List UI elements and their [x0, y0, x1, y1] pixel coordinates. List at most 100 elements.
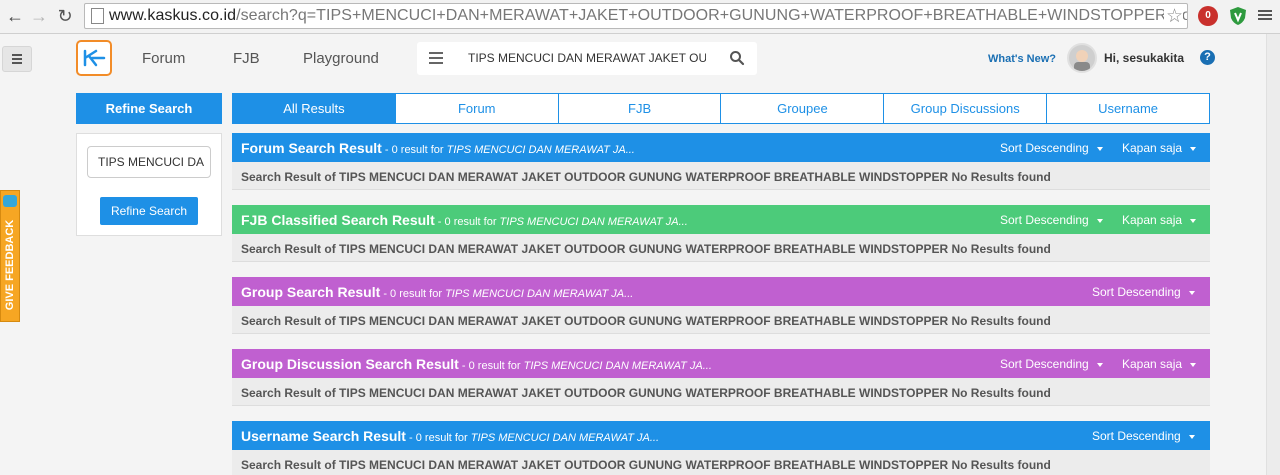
- time-dropdown[interactable]: Kapan saja: [1122, 213, 1197, 227]
- chevron-down-icon: [1096, 362, 1103, 367]
- no-results-message: Search Result of TIPS MENCUCI DAN MERAWA…: [232, 378, 1210, 406]
- sort-dropdown[interactable]: Sort Descending: [1092, 429, 1195, 443]
- scrollbar[interactable]: [1266, 34, 1280, 475]
- fjb-result-header: FJB Classified Search Result - 0 result …: [232, 205, 1210, 234]
- section-meta: - 0 result for TIPS MENCUCI DAN MERAWAT …: [459, 360, 712, 372]
- browser-menu-icon[interactable]: [1256, 6, 1276, 26]
- nav-fjb-link[interactable]: FJB: [233, 50, 260, 67]
- tab-username[interactable]: Username: [1047, 93, 1210, 124]
- forum-result-header: Forum Search Result - 0 result for TIPS …: [232, 133, 1210, 162]
- sort-label: Sort Descending: [1092, 285, 1181, 299]
- section-title-text: Group Discussion Search Result: [241, 356, 459, 372]
- group-discussion-result-section: Group Discussion Search Result - 0 resul…: [232, 349, 1210, 406]
- section-meta: - 0 result for TIPS MENCUCI DAN MERAWAT …: [382, 144, 635, 156]
- section-title-text: Group Search Result: [241, 284, 381, 300]
- tab-groupee[interactable]: Groupee: [721, 93, 885, 124]
- reload-icon[interactable]: ↻: [54, 5, 76, 27]
- sort-label: Sort Descending: [1000, 213, 1089, 227]
- feedback-icon: [3, 195, 17, 207]
- kaskus-logo[interactable]: [76, 40, 112, 76]
- url-host: www.kaskus.co.id: [109, 7, 237, 24]
- result-tabs: All Results Forum FJB Groupee Group Disc…: [232, 93, 1210, 124]
- forward-arrow-icon[interactable]: →: [28, 5, 50, 27]
- section-meta-query: TIPS MENCUCI DAN MERAWAT JA...: [445, 288, 634, 300]
- section-meta: - 0 result for TIPS MENCUCI DAN MERAWAT …: [380, 288, 633, 300]
- sort-dropdown[interactable]: Sort Descending: [1000, 357, 1103, 371]
- whats-new-link[interactable]: What's New?: [988, 53, 1056, 65]
- shield-extension-icon[interactable]: [1228, 6, 1248, 26]
- extension-badge-icon[interactable]: 0: [1198, 6, 1218, 26]
- group-discussion-result-header: Group Discussion Search Result - 0 resul…: [232, 349, 1210, 378]
- tab-forum[interactable]: Forum: [395, 93, 559, 124]
- section-meta: - 0 result for TIPS MENCUCI DAN MERAWAT …: [435, 216, 688, 228]
- time-label: Kapan saja: [1122, 213, 1183, 227]
- tab-fjb[interactable]: FJB: [558, 93, 722, 124]
- tab-all-results[interactable]: All Results: [232, 93, 396, 124]
- page-icon: [91, 8, 104, 24]
- nav-forum-link[interactable]: Forum: [142, 50, 185, 67]
- section-meta-prefix: - 0 result for: [380, 288, 446, 300]
- chevron-down-icon: [1188, 290, 1195, 295]
- avatar[interactable]: [1067, 43, 1097, 73]
- sort-label: Sort Descending: [1092, 429, 1181, 443]
- fjb-result-section: FJB Classified Search Result - 0 result …: [232, 205, 1210, 262]
- username-result-section: Username Search Result - 0 result for TI…: [232, 421, 1210, 475]
- bookmark-star-icon[interactable]: ☆: [1163, 5, 1183, 28]
- time-label: Kapan saja: [1122, 357, 1183, 371]
- tab-group-discussions[interactable]: Group Discussions: [884, 93, 1048, 124]
- forum-result-section: Forum Search Result - 0 result for TIPS …: [232, 133, 1210, 190]
- sort-label: Sort Descending: [1000, 357, 1089, 371]
- no-results-message: Search Result of TIPS MENCUCI DAN MERAWA…: [232, 306, 1210, 334]
- section-meta-prefix: - 0 result for: [381, 144, 447, 156]
- url-path: /search?q=TIPS+MENCUCI+DAN+MERAWAT+JAKET…: [236, 7, 1188, 24]
- sort-label: Sort Descending: [1000, 141, 1089, 155]
- give-feedback-tab[interactable]: GIVE FEEDBACK: [0, 190, 20, 322]
- no-results-message: Search Result of TIPS MENCUCI DAN MERAWA…: [232, 234, 1210, 262]
- url-text: www.kaskus.co.id/search?q=TIPS+MENCUCI+D…: [109, 7, 1188, 25]
- section-meta-prefix: - 0 result for: [405, 432, 471, 444]
- section-title-text: Forum Search Result: [241, 140, 382, 156]
- chevron-down-icon: [1188, 434, 1195, 439]
- address-bar[interactable]: www.kaskus.co.id/search?q=TIPS+MENCUCI+D…: [84, 3, 1188, 29]
- chevron-down-icon: [1190, 146, 1197, 151]
- search-icon[interactable]: [729, 50, 745, 71]
- section-title: Forum Search Result - 0 result for TIPS …: [241, 140, 635, 156]
- section-meta: - 0 result for TIPS MENCUCI DAN MERAWAT …: [406, 432, 659, 444]
- header-search[interactable]: TIPS MENCUCI DAN MERAWAT JAKET OUTDO: [417, 42, 757, 75]
- section-meta-prefix: - 0 result for: [434, 216, 500, 228]
- section-title: Group Search Result - 0 result for TIPS …: [241, 284, 633, 300]
- nav-playground-link[interactable]: Playground: [303, 50, 379, 67]
- no-results-message: Search Result of TIPS MENCUCI DAN MERAWA…: [232, 450, 1210, 475]
- section-meta-query: TIPS MENCUCI DAN MERAWAT JA...: [446, 144, 635, 156]
- search-category-menu-icon[interactable]: [429, 52, 443, 64]
- no-results-message: Search Result of TIPS MENCUCI DAN MERAWA…: [232, 162, 1210, 190]
- header-search-input[interactable]: TIPS MENCUCI DAN MERAWAT JAKET OUTDO: [468, 51, 706, 65]
- time-dropdown[interactable]: Kapan saja: [1122, 357, 1197, 371]
- extension-badge-count: 0: [1205, 10, 1211, 21]
- refine-search-title: Refine Search: [76, 93, 222, 124]
- section-meta-query: TIPS MENCUCI DAN MERAWAT JA...: [523, 360, 712, 372]
- chevron-down-icon: [1190, 218, 1197, 223]
- section-title: Group Discussion Search Result - 0 resul…: [241, 356, 712, 372]
- time-label: Kapan saja: [1122, 141, 1183, 155]
- user-greeting[interactable]: Hi, sesukakita: [1104, 51, 1184, 65]
- sort-dropdown[interactable]: Sort Descending: [1092, 285, 1195, 299]
- time-dropdown[interactable]: Kapan saja: [1122, 141, 1197, 155]
- section-meta-prefix: - 0 result for: [458, 360, 524, 372]
- group-result-section: Group Search Result - 0 result for TIPS …: [232, 277, 1210, 334]
- browser-toolbar: ← → ↻ www.kaskus.co.id/search?q=TIPS+MEN…: [0, 0, 1280, 34]
- give-feedback-label: GIVE FEEDBACK: [4, 219, 16, 311]
- refine-search-button[interactable]: Refine Search: [100, 197, 198, 225]
- chevron-down-icon: [1096, 218, 1103, 223]
- chevron-down-icon: [1190, 362, 1197, 367]
- sidebar-menu-icon[interactable]: [2, 46, 32, 72]
- sort-dropdown[interactable]: Sort Descending: [1000, 141, 1103, 155]
- help-icon[interactable]: ?: [1200, 50, 1215, 65]
- section-meta-query: TIPS MENCUCI DAN MERAWAT JA...: [470, 432, 660, 444]
- refine-search-input[interactable]: TIPS MENCUCI DA: [87, 146, 211, 178]
- sort-dropdown[interactable]: Sort Descending: [1000, 213, 1103, 227]
- back-arrow-icon[interactable]: ←: [4, 5, 26, 27]
- refine-search-panel: TIPS MENCUCI DA Refine Search: [76, 133, 222, 236]
- section-title: FJB Classified Search Result - 0 result …: [241, 212, 688, 228]
- section-title: Username Search Result - 0 result for TI…: [241, 428, 659, 444]
